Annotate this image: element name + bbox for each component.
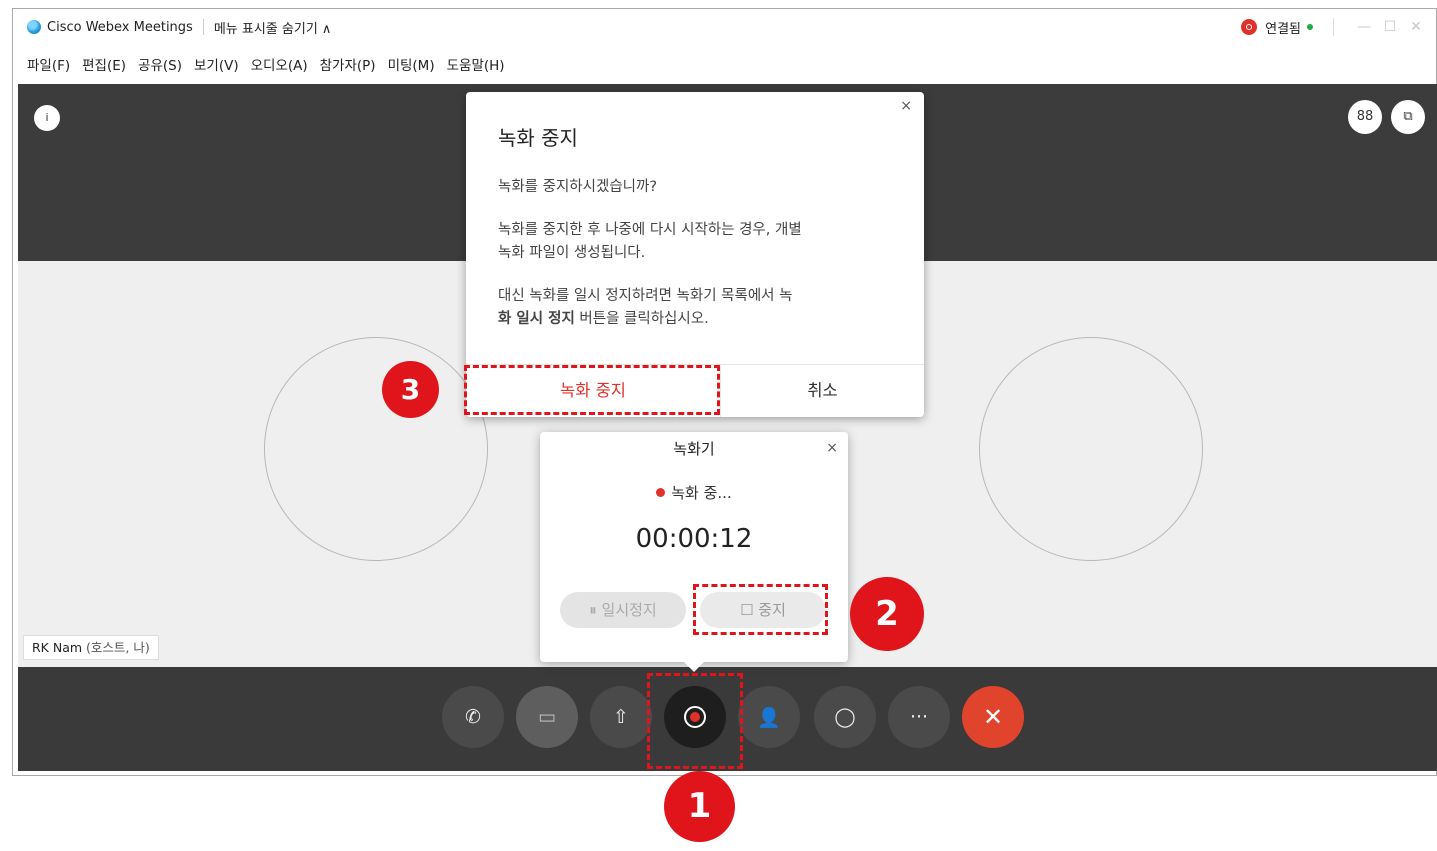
participant-name: RK Nam (32, 640, 83, 655)
participant-role: (호스트, 나) (86, 640, 150, 655)
menu-meeting[interactable]: 미팅(M) (388, 54, 435, 74)
menu-toggle-button[interactable]: 메뉴 표시줄 숨기기 ∧ (214, 18, 332, 37)
menu-audio[interactable]: 오디오(A) (251, 54, 308, 74)
dialog-pause-line2: 버튼을 클릭하십시오. (574, 311, 709, 327)
connection-dot-icon (1307, 24, 1313, 30)
title-bar-right: 연결됨 — ☐ ✕ (1241, 9, 1428, 45)
layout-grid-button[interactable]: 88 (1348, 100, 1382, 134)
dialog-pause-hint: 대신 녹화를 일시 정지하려면 녹화기 목록에서 녹 화 일시 정지 버튼을 클… (498, 285, 898, 331)
dialog-close-button[interactable]: × (900, 98, 912, 114)
close-icon: ✕ (982, 703, 1004, 731)
maximize-button[interactable]: ☐ (1378, 19, 1402, 35)
menu-edit[interactable]: 편집(E) (82, 54, 126, 74)
recording-status: 녹화 중... (540, 482, 848, 503)
title-separator (202, 19, 204, 35)
dialog-pause-bold: 화 일시 정지 (498, 311, 575, 327)
dialog-question: 녹화를 중지하시겠습니까? (498, 179, 658, 195)
dialog-body: 녹화를 중지하시겠습니까? 녹화를 중지한 후 나중에 다시 시작하는 경우, … (498, 176, 898, 351)
step-marker-1: 1 (664, 771, 735, 842)
participant-avatar-left (264, 337, 488, 561)
menu-share[interactable]: 공유(S) (138, 54, 182, 74)
meeting-info-button[interactable]: i (34, 105, 60, 131)
menu-view[interactable]: 보기(V) (194, 54, 239, 74)
participants-icon: 👤 (757, 706, 781, 729)
menu-participant[interactable]: 참가자(P) (320, 54, 376, 74)
menu-bar: 파일(F) 편집(E) 공유(S) 보기(V) 오디오(A) 참가자(P) 미팅… (13, 45, 1436, 83)
close-window-button[interactable]: ✕ (1404, 19, 1428, 35)
recording-timer: 00:00:12 (635, 524, 753, 554)
dialog-info-line1: 녹화를 중지한 후 나중에 다시 시작하는 경우, 개별 (498, 222, 802, 238)
step-marker-2: 2 (850, 577, 924, 651)
phone-icon: ✆ (465, 706, 481, 728)
share-icon: ⇧ (613, 706, 629, 728)
app-title: Cisco Webex Meetings (47, 19, 193, 35)
highlight-stop (693, 584, 828, 635)
menu-help[interactable]: 도움말(H) (447, 54, 505, 74)
participant-name-label: RK Nam (호스트, 나) (23, 635, 159, 660)
audio-button[interactable]: ✆ (442, 686, 504, 748)
dialog-info: 녹화를 중지한 후 나중에 다시 시작하는 경우, 개별 녹화 파일이 생성됩니… (498, 219, 898, 265)
title-bar: Cisco Webex Meetings 메뉴 표시줄 숨기기 ∧ 연결됨 — … (13, 9, 1436, 45)
video-button[interactable]: ▭ (516, 686, 578, 748)
more-button[interactable]: ··· (888, 686, 950, 748)
recording-indicator-icon (1241, 19, 1258, 35)
recording-status-text: 녹화 중... (671, 484, 732, 502)
end-meeting-button[interactable]: ✕ (962, 686, 1024, 748)
participants-button[interactable]: 👤 (738, 686, 800, 748)
dialog-title: 녹화 중지 (498, 126, 578, 150)
video-off-icon: ▭ (538, 706, 556, 728)
webex-logo-icon (27, 20, 41, 34)
cancel-button[interactable]: 취소 (721, 364, 924, 417)
window-controls-separator (1333, 18, 1334, 36)
share-button[interactable]: ⇧ (590, 686, 652, 748)
more-icon: ··· (909, 706, 929, 728)
connection-status[interactable]: 연결됨 (1265, 18, 1301, 37)
popout-window-button[interactable]: ⧉ (1391, 100, 1425, 134)
highlight-stop-recording (464, 365, 720, 415)
chat-button[interactable]: ◯ (814, 686, 876, 748)
participant-avatar-right (979, 337, 1203, 561)
recording-dot-icon (656, 488, 666, 497)
step-marker-3: 3 (382, 361, 439, 418)
dialog-info-line2: 녹화 파일이 생성됩니다. (498, 245, 646, 261)
pause-button[interactable]: ⏸ 일시정지 (560, 592, 686, 628)
dialog-pause-line1: 대신 녹화를 일시 정지하려면 녹화기 목록에서 녹 (498, 288, 793, 304)
menu-file[interactable]: 파일(F) (27, 54, 70, 74)
minimize-button[interactable]: — (1352, 19, 1376, 35)
chat-icon: ◯ (834, 706, 856, 728)
highlight-record (647, 673, 743, 769)
recorder-close-button[interactable]: × (826, 440, 838, 456)
recorder-title: 녹화기 (673, 440, 715, 458)
